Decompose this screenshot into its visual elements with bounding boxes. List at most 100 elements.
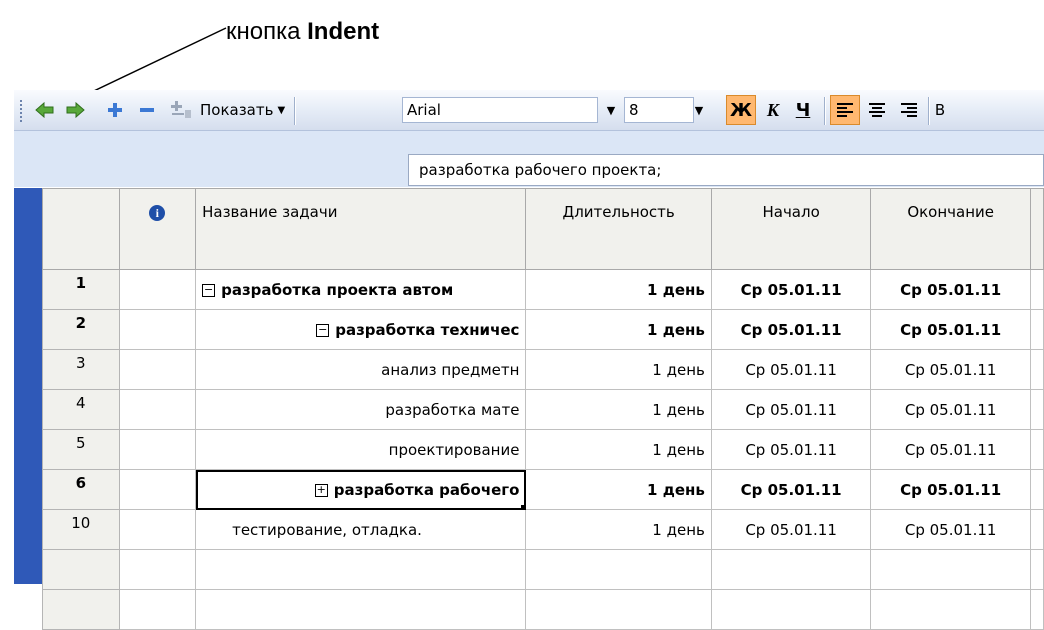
indicator-cell[interactable] <box>118 389 197 430</box>
finish-cell[interactable]: Ср 05.01.11 <box>870 509 1031 550</box>
show-label: Показать <box>200 101 274 119</box>
start-cell[interactable]: Ср 05.01.11 <box>710 429 872 470</box>
start-cell[interactable] <box>710 589 872 630</box>
indent-button[interactable] <box>62 90 88 130</box>
expand-icon[interactable]: + <box>314 483 328 497</box>
empty-row[interactable] <box>42 589 1044 630</box>
row-id[interactable]: 3 <box>42 349 120 390</box>
extra-cell[interactable] <box>1029 349 1044 390</box>
indicator-cell[interactable] <box>118 429 197 470</box>
font-size-dropdown-button[interactable]: ▼ <box>690 97 708 123</box>
duration-cell[interactable] <box>525 589 712 630</box>
table-row[interactable]: 6 + разработка рабочего 1 день Ср 05.01.1… <box>42 469 1044 510</box>
bold-button[interactable]: Ж <box>726 95 756 125</box>
toolbar-grip[interactable] <box>20 100 24 122</box>
toolbar-separator <box>928 97 930 125</box>
start-cell[interactable]: Ср 05.01.11 <box>710 309 872 350</box>
finish-cell[interactable] <box>870 589 1031 630</box>
indicator-cell[interactable] <box>118 589 197 630</box>
header-duration[interactable]: Длительность <box>525 188 712 270</box>
finish-cell[interactable]: Ср 05.01.11 <box>870 269 1031 310</box>
show-dropdown[interactable]: Показать ▼ <box>200 90 286 130</box>
extra-cell[interactable] <box>1029 509 1044 550</box>
header-finish[interactable]: Окончание <box>870 188 1031 270</box>
extra-cell[interactable] <box>1029 269 1044 310</box>
task-name-cell[interactable] <box>195 589 527 630</box>
align-center-button[interactable] <box>862 95 892 125</box>
start-cell[interactable]: Ср 05.01.11 <box>710 269 872 310</box>
collapse-icon[interactable]: − <box>202 283 216 297</box>
task-name-cell[interactable]: разработка мате <box>195 389 527 430</box>
task-name-cell[interactable]: проектирование <box>195 429 527 470</box>
table-row[interactable]: 10 тестирование, отладка. 1 день Ср 05.0… <box>42 509 1044 550</box>
table-row[interactable]: 5 проектирование 1 день Ср 05.01.11 Ср 0… <box>42 429 1044 470</box>
finish-cell[interactable]: Ср 05.01.11 <box>870 429 1031 470</box>
hide-subtasks-button[interactable] <box>134 90 160 130</box>
indicator-cell[interactable] <box>118 469 197 510</box>
start-cell[interactable]: Ср 05.01.11 <box>710 469 872 510</box>
header-task-name[interactable]: Название задачи <box>195 188 527 270</box>
duration-cell[interactable]: 1 день <box>525 389 712 430</box>
duration-cell[interactable]: 1 день <box>525 349 712 390</box>
header-start[interactable]: Начало <box>710 188 872 270</box>
finish-cell[interactable]: Ср 05.01.11 <box>870 469 1031 510</box>
extra-cell[interactable] <box>1029 469 1044 510</box>
row-id[interactable]: 4 <box>42 389 120 430</box>
align-right-button[interactable] <box>894 95 924 125</box>
select-all-corner[interactable] <box>42 188 120 270</box>
cut-off-button[interactable]: В <box>932 90 948 130</box>
start-cell[interactable]: Ср 05.01.11 <box>710 509 872 550</box>
toolbar-separator <box>824 97 826 125</box>
row-id[interactable]: 2 <box>42 309 120 350</box>
header-next-column[interactable] <box>1029 188 1044 270</box>
row-id[interactable]: 1 <box>42 269 120 310</box>
indicator-cell[interactable] <box>118 349 197 390</box>
indicator-cell[interactable] <box>118 309 197 350</box>
task-name-cell-selected[interactable]: + разработка рабочего <box>195 469 527 510</box>
table-row[interactable]: 1 − разработка проекта автом 1 день Ср 05… <box>42 269 1044 310</box>
duration-cell[interactable]: 1 день <box>525 429 712 470</box>
start-cell[interactable]: Ср 05.01.11 <box>710 389 872 430</box>
task-name-cell[interactable]: − разработка техничес <box>195 309 527 350</box>
duration-cell[interactable]: 1 день <box>525 269 712 310</box>
indicator-cell[interactable] <box>118 269 197 310</box>
show-subtasks-button[interactable] <box>102 90 128 130</box>
align-left-button[interactable] <box>830 95 860 125</box>
font-name-select[interactable]: Arial <box>402 97 598 123</box>
italic-button[interactable]: К <box>758 95 788 125</box>
table-row[interactable]: 3 анализ предметн 1 день Ср 05.01.11 Ср … <box>42 349 1044 390</box>
view-bar[interactable] <box>14 188 44 584</box>
underline-button[interactable]: Ч <box>788 95 818 125</box>
entry-field[interactable]: разработка рабочего проекта; <box>408 154 1044 186</box>
annotation-bold: Indent <box>307 18 380 45</box>
duration-cell[interactable]: 1 день <box>525 509 712 550</box>
task-name-cell[interactable]: тестирование, отладка. <box>195 509 527 550</box>
extra-cell[interactable] <box>1029 389 1044 430</box>
finish-cell[interactable]: Ср 05.01.11 <box>870 389 1031 430</box>
show-outline-icon-button[interactable] <box>166 90 196 130</box>
row-id[interactable] <box>42 589 120 630</box>
duration-cell[interactable]: 1 день <box>525 469 712 510</box>
outdent-button[interactable] <box>32 90 58 130</box>
extra-cell[interactable] <box>1029 589 1044 630</box>
start-cell[interactable]: Ср 05.01.11 <box>710 349 872 390</box>
header-indicators[interactable]: i <box>118 188 197 270</box>
task-name-cell[interactable]: − разработка проекта автом <box>195 269 527 310</box>
duration-cell[interactable]: 1 день <box>525 309 712 350</box>
table-row[interactable]: 2 − разработка техничес 1 день Ср 05.01.1… <box>42 309 1044 350</box>
extra-cell[interactable] <box>1029 309 1044 350</box>
finish-cell[interactable]: Ср 05.01.11 <box>870 349 1031 390</box>
row-id[interactable]: 10 <box>42 509 120 550</box>
row-id[interactable]: 5 <box>42 429 120 470</box>
indicator-cell[interactable] <box>118 509 197 550</box>
task-name-cell[interactable]: анализ предметн <box>195 349 527 390</box>
extra-cell[interactable] <box>1029 429 1044 470</box>
table-row[interactable]: 4 разработка мате 1 день Ср 05.01.11 Ср … <box>42 389 1044 430</box>
row-id[interactable]: 6 <box>42 469 120 510</box>
finish-cell[interactable]: Ср 05.01.11 <box>870 309 1031 350</box>
font-name-dropdown-button[interactable]: ▼ <box>602 97 620 123</box>
fill-handle[interactable] <box>521 505 525 509</box>
font-size-select[interactable]: 8 <box>624 97 694 123</box>
collapse-icon[interactable]: − <box>316 323 330 337</box>
info-icon: i <box>149 205 166 221</box>
